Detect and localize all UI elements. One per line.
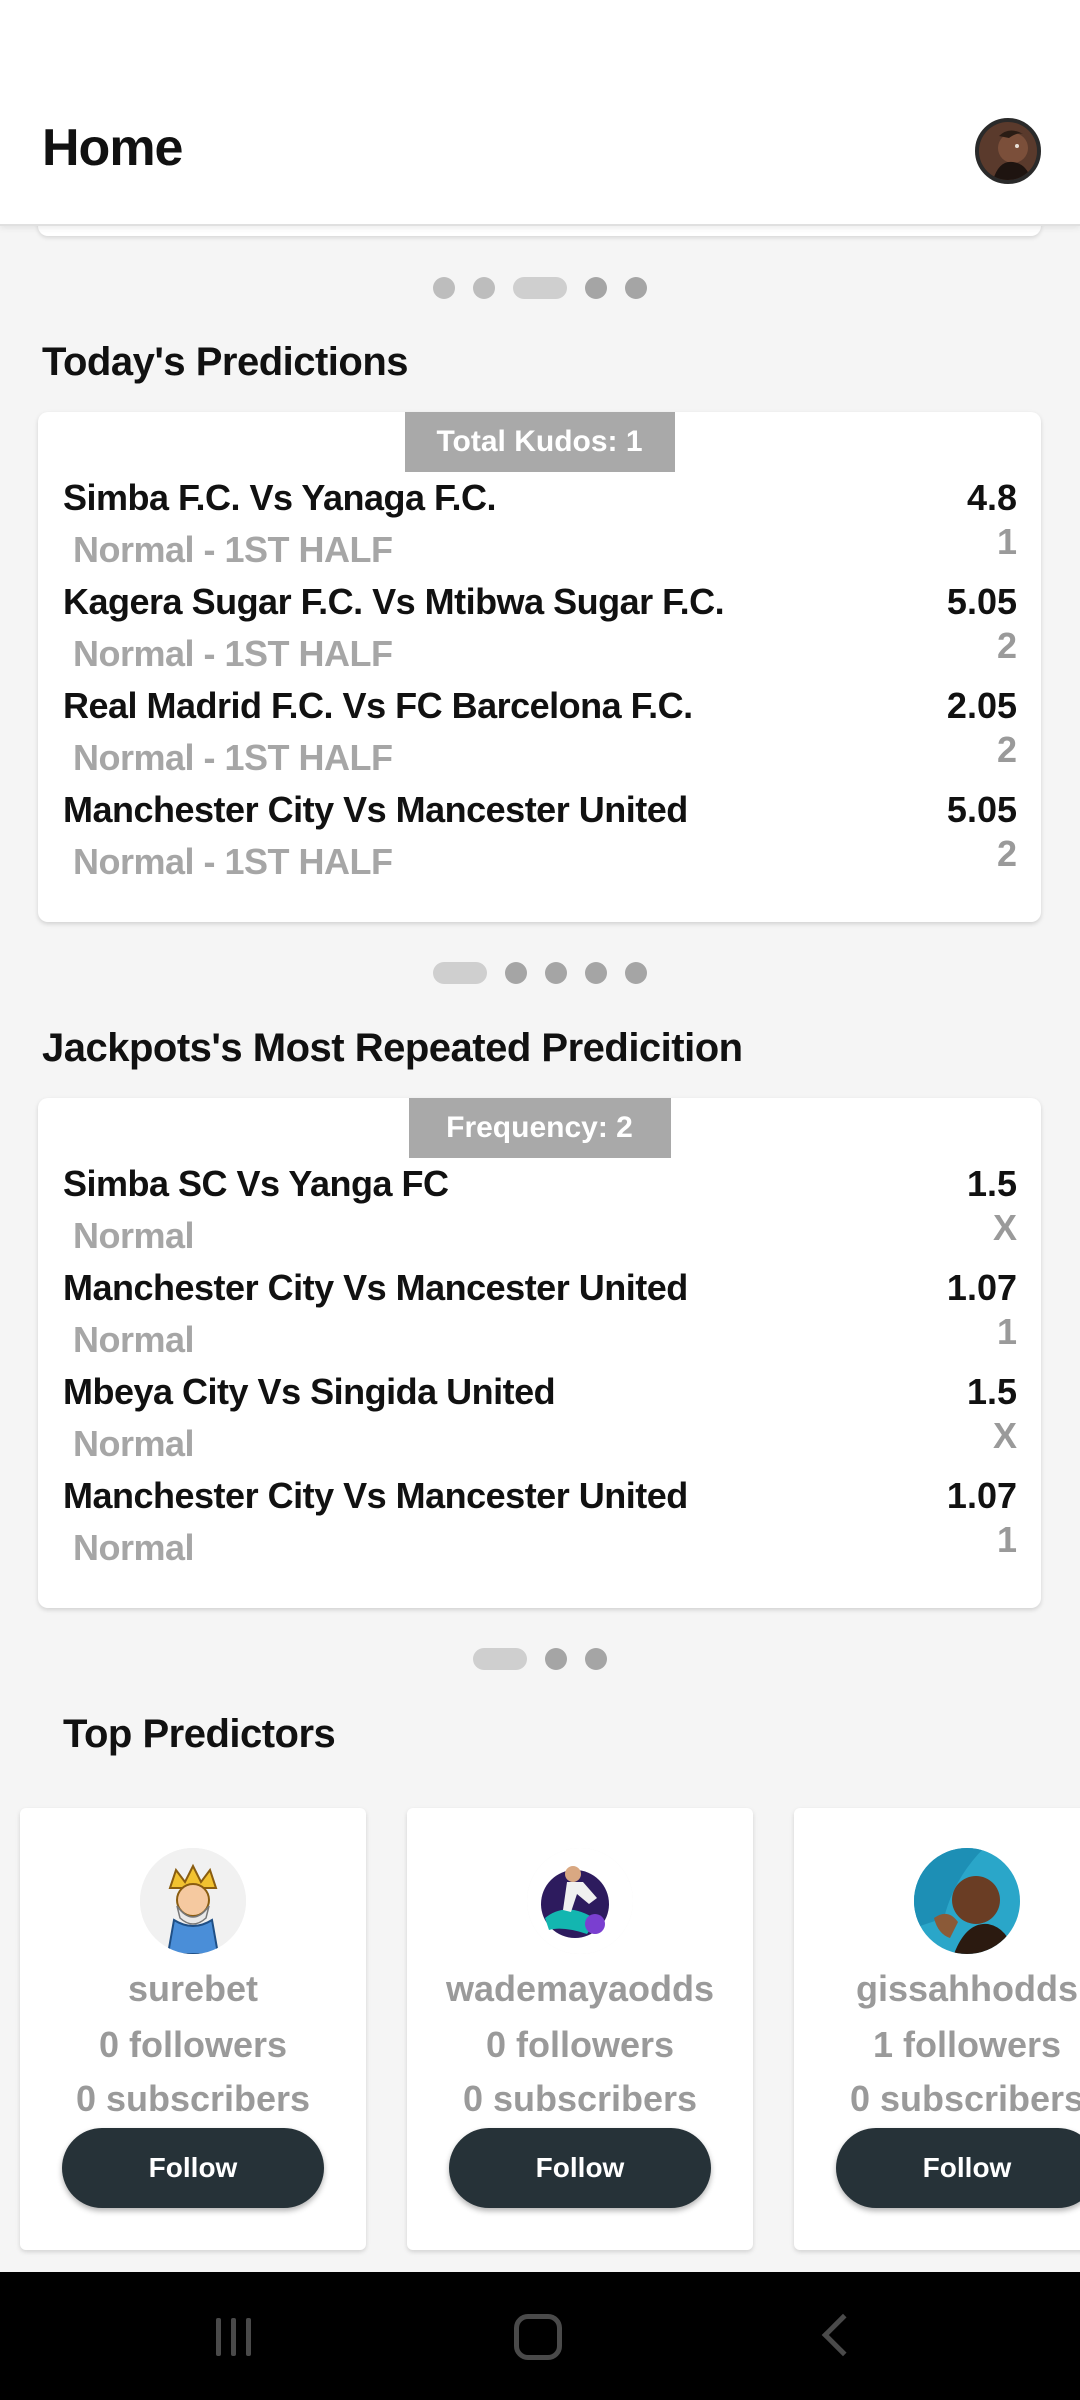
match-pick: 2	[996, 625, 1017, 666]
prediction-row: Simba F.C. Vs Yanaga F.C. 4.8 Normal - 1…	[63, 477, 1017, 581]
follow-button[interactable]: Follow	[449, 2128, 711, 2208]
predictor-avatar-icon[interactable]	[914, 1848, 1020, 1954]
home-icon[interactable]	[514, 2314, 562, 2360]
carousel-dot[interactable]	[433, 277, 455, 299]
match-market: Normal - 1ST HALF	[73, 529, 393, 570]
match-teams: Simba F.C. Vs Yanaga F.C.	[63, 477, 497, 518]
app-bar: Home	[0, 0, 1080, 226]
carousel-dot-active[interactable]	[433, 962, 487, 984]
page-title: Home	[42, 119, 183, 177]
match-odds: 2.05	[946, 685, 1017, 726]
predictor-name: wademayaodds	[445, 1968, 715, 2009]
match-pick: 2	[996, 729, 1017, 770]
match-teams: Real Madrid F.C. Vs FC Barcelona F.C.	[63, 685, 693, 726]
predictor-followers: 0 followers	[485, 2024, 675, 2065]
match-odds: 4.8	[966, 477, 1017, 518]
top-carousel-indicator	[0, 277, 1080, 299]
carousel-dot-active[interactable]	[473, 1648, 527, 1670]
follow-button[interactable]: Follow	[836, 2128, 1080, 2208]
back-icon[interactable]	[821, 2313, 865, 2357]
predictor-subscribers: 0 subscribers	[75, 2078, 311, 2119]
carousel-dot[interactable]	[625, 962, 647, 984]
match-market: Normal	[73, 1319, 195, 1360]
carousel-dot[interactable]	[473, 277, 495, 299]
predictor-card[interactable]: wademayaodds 0 followers 0 subscribers F…	[407, 1808, 753, 2250]
match-market: Normal - 1ST HALF	[73, 633, 393, 674]
frequency-badge: Frequency: 2	[408, 1098, 671, 1158]
carousel-dot[interactable]	[545, 962, 567, 984]
predictor-card[interactable]: gissahhodds 1 followers 0 subscribers Fo…	[794, 1808, 1080, 2250]
match-pick: X	[992, 1415, 1017, 1456]
match-market: Normal	[73, 1423, 195, 1464]
match-odds: 1.5	[966, 1163, 1017, 1204]
predictor-name: surebet	[127, 1968, 259, 2009]
predictor-followers: 0 followers	[98, 2024, 288, 2065]
jackpots-title: Jackpots's Most Repeated Predicition	[42, 1026, 743, 1070]
carousel-dot[interactable]	[585, 277, 607, 299]
prediction-row: Manchester City Vs Mancester United 5.05…	[63, 789, 1017, 893]
match-odds: 1.07	[946, 1267, 1017, 1308]
prediction-row: Kagera Sugar F.C. Vs Mtibwa Sugar F.C. 5…	[63, 581, 1017, 685]
match-pick: 2	[996, 833, 1017, 874]
match-pick: 1	[996, 1519, 1017, 1560]
predictor-subscribers: 0 subscribers	[462, 2078, 698, 2119]
match-market: Normal	[73, 1527, 195, 1568]
jackpots-card[interactable]: Frequency: 2 Simba SC Vs Yanga FC 1.5 No…	[38, 1098, 1041, 1608]
match-pick: 1	[996, 1311, 1017, 1352]
prediction-row: Manchester City Vs Mancester United 1.07…	[63, 1267, 1017, 1371]
jackpots-carousel-indicator	[0, 1648, 1080, 1670]
match-teams: Simba SC Vs Yanga FC	[63, 1163, 449, 1204]
system-navigation-bar	[0, 2272, 1080, 2400]
todays-predictions-card[interactable]: Total Kudos: 1 Simba F.C. Vs Yanaga F.C.…	[38, 412, 1041, 922]
predictor-subscribers: 0 subscribers	[849, 2078, 1080, 2119]
match-pick: 1	[996, 521, 1017, 562]
predictions-carousel-indicator	[0, 962, 1080, 984]
todays-predictions-title: Today's Predictions	[42, 340, 409, 384]
match-teams: Manchester City Vs Mancester United	[63, 1267, 688, 1308]
home-screen: Home Today's Predictions Total Kudos: 1 …	[0, 0, 1080, 2400]
match-market: Normal - 1ST HALF	[73, 841, 393, 882]
carousel-dot-active[interactable]	[513, 277, 567, 299]
carousel-dot[interactable]	[625, 277, 647, 299]
carousel-dot[interactable]	[545, 1648, 567, 1670]
match-odds: 5.05	[946, 581, 1017, 622]
top-predictors-title: Top Predictors	[63, 1712, 336, 1756]
match-odds: 5.05	[946, 789, 1017, 830]
follow-button[interactable]: Follow	[62, 2128, 324, 2208]
profile-avatar-icon[interactable]	[975, 118, 1041, 184]
match-teams: Kagera Sugar F.C. Vs Mtibwa Sugar F.C.	[63, 581, 725, 622]
carousel-dot[interactable]	[505, 962, 527, 984]
match-odds: 1.5	[966, 1371, 1017, 1412]
predictor-name: gissahhodds	[855, 1968, 1079, 2009]
match-odds: 1.07	[946, 1475, 1017, 1516]
recents-icon[interactable]	[216, 2318, 251, 2356]
total-kudos-badge: Total Kudos: 1	[404, 412, 675, 472]
prediction-row: Real Madrid F.C. Vs FC Barcelona F.C. 2.…	[63, 685, 1017, 789]
carousel-dot[interactable]	[585, 962, 607, 984]
match-market: Normal	[73, 1215, 195, 1256]
match-market: Normal - 1ST HALF	[73, 737, 393, 778]
prediction-row: Mbeya City Vs Singida United 1.5 Normal …	[63, 1371, 1017, 1475]
predictor-followers: 1 followers	[872, 2024, 1062, 2065]
match-teams: Manchester City Vs Mancester United	[63, 1475, 688, 1516]
predictor-avatar-icon[interactable]	[140, 1848, 246, 1954]
prediction-row: Manchester City Vs Mancester United 1.07…	[63, 1475, 1017, 1579]
predictor-card[interactable]: surebet 0 followers 0 subscribers Follow	[20, 1808, 366, 2250]
carousel-dot[interactable]	[585, 1648, 607, 1670]
match-teams: Manchester City Vs Mancester United	[63, 789, 688, 830]
match-pick: X	[992, 1207, 1017, 1248]
predictor-avatar-icon[interactable]	[527, 1848, 633, 1954]
match-teams: Mbeya City Vs Singida United	[63, 1371, 556, 1412]
prediction-row: Simba SC Vs Yanga FC 1.5 Normal X	[63, 1163, 1017, 1267]
